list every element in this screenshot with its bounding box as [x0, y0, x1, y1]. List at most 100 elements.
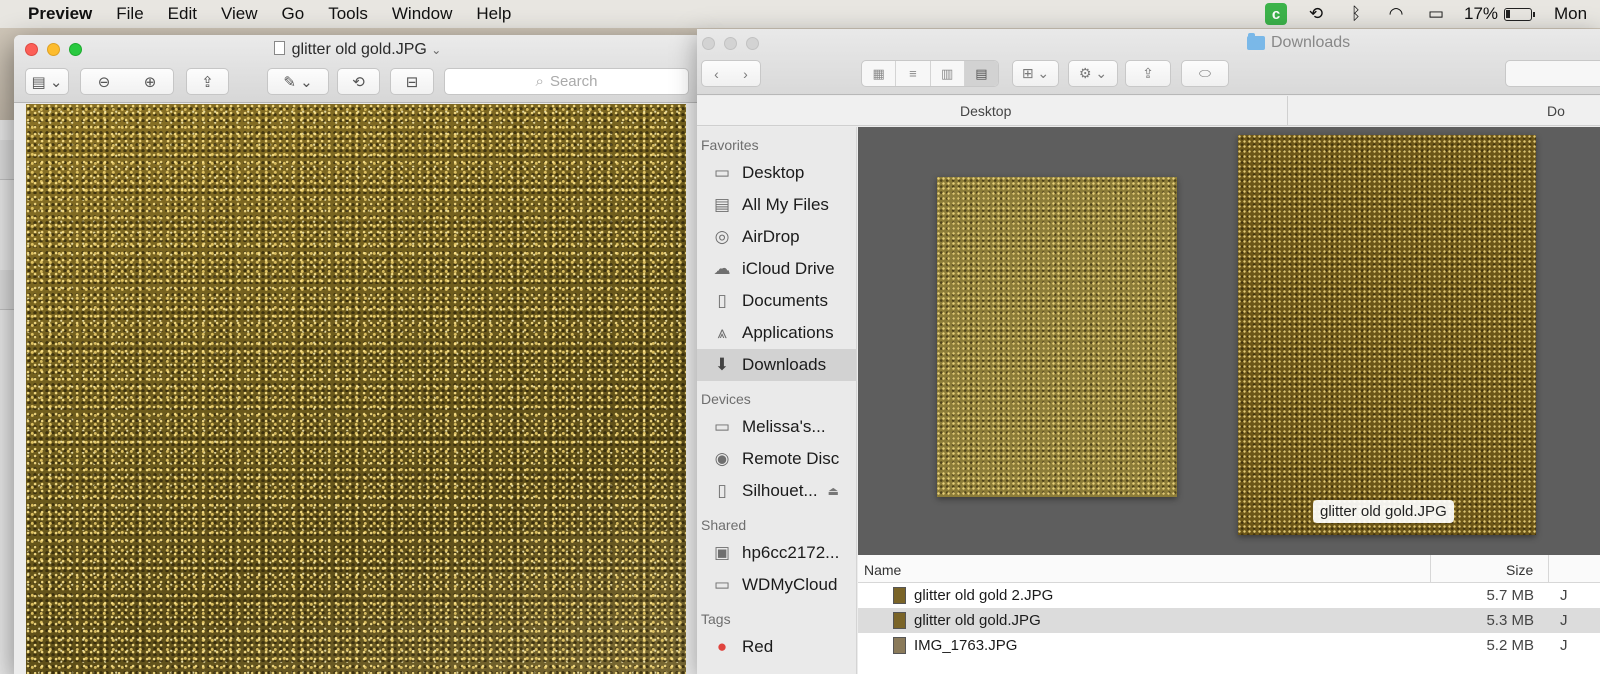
sidebar-item-desktop[interactable]: ▭ Desktop [697, 157, 856, 189]
c-app-icon[interactable]: c [1256, 0, 1296, 28]
file-row-selected[interactable]: glitter old gold.JPG 5.3 MB J [858, 608, 1600, 633]
file-kind: J [1560, 612, 1568, 629]
column-view-icon[interactable]: ▥ [931, 61, 965, 86]
finder-sidebar: Favorites ▭ Desktop ▤ All My Files ◎ AirDro… [697, 127, 857, 674]
finder-search-field[interactable] [1505, 60, 1600, 87]
arrange-icon: ⊞ ⌄ [1021, 65, 1050, 81]
time-machine-icon[interactable]: ⟲ [1296, 0, 1336, 28]
sidebar-item-documents[interactable]: ▯ Documents [697, 285, 856, 317]
minimize-button[interactable] [724, 37, 737, 50]
file-kind: J [1560, 637, 1568, 654]
battery-status[interactable]: 17% [1456, 0, 1540, 28]
list-view-icon[interactable]: ≡ [896, 61, 931, 86]
sidebar-item-airdrop[interactable]: ◎ AirDrop [697, 221, 856, 253]
zoom-in-icon[interactable]: ⊕ [144, 73, 157, 91]
sidebar-item-silhouette-drive[interactable]: ▯ Silhouet... ⏏ [697, 475, 856, 507]
rotate-button[interactable]: ⟲ [337, 68, 380, 95]
applications-icon: ⩓ [717, 323, 727, 342]
zoom-out-icon[interactable]: ⊖ [98, 73, 111, 91]
window-title[interactable]: glitter old gold.JPG ⌄ [14, 41, 701, 59]
menu-help[interactable]: Help [464, 4, 523, 24]
all-files-icon: ▤ [713, 195, 731, 214]
zoom-controls: ⊖ ⊕ [80, 68, 174, 95]
menu-app-name[interactable]: Preview [22, 4, 104, 24]
sidebar-item-remote-disc[interactable]: ◉ Remote Disc [697, 443, 856, 475]
file-kind: J [1560, 587, 1568, 604]
sidebar-item-wdmycloud[interactable]: ▭ WDMyCloud [697, 569, 856, 601]
desktop-icon: ▭ [713, 163, 731, 182]
sidebar-header-tags: Tags [701, 611, 731, 627]
airplay-icon[interactable]: ▭ [1416, 0, 1456, 28]
sidebar-item-downloads[interactable]: ⬇ Downloads [697, 349, 856, 381]
menu-tools[interactable]: Tools [316, 4, 380, 24]
zoom-button[interactable] [746, 37, 759, 50]
rotate-icon: ⟲ [352, 73, 365, 91]
search-field[interactable]: ⌕ Search [444, 68, 689, 95]
file-list: Name Size glitter old gold 2.JPG 5.7 MB … [858, 555, 1600, 674]
drive-icon: ▯ [717, 481, 727, 500]
icon-view-icon[interactable]: ▦ [862, 61, 897, 86]
menu-bar: Preview File Edit View Go Tools Window H… [0, 0, 1600, 28]
coverflow-view-icon[interactable]: ▤ [964, 61, 998, 86]
tab-bar: Desktop Do [697, 96, 1600, 126]
menu-edit[interactable]: Edit [156, 4, 209, 24]
file-row[interactable]: glitter old gold 2.JPG 5.7 MB J [858, 583, 1600, 608]
file-size: 5.3 MB [1486, 612, 1534, 629]
back-icon[interactable]: ‹ [714, 66, 719, 82]
sidebar-header-shared: Shared [701, 517, 747, 533]
tab-downloads[interactable]: Do [1547, 103, 1565, 119]
preview-toolbar: glitter old gold.JPG ⌄ ▤ ⌄ ⊖ ⊕ ⇪ ✎ ⌄ ⟲ ⊟… [14, 35, 701, 103]
tag-icon: ⬭ [1199, 65, 1211, 81]
coverflow-thumbnail[interactable] [937, 177, 1177, 497]
column-header-name[interactable]: Name [864, 562, 901, 578]
sidebar-toggle-button[interactable]: ▤ ⌄ [25, 68, 69, 95]
close-button[interactable] [702, 37, 715, 50]
toolbox-icon: ⊟ [405, 73, 419, 91]
eject-icon[interactable]: ⏏ [828, 484, 839, 498]
downloads-icon: ⬇ [714, 355, 730, 374]
share-button[interactable]: ⇪ [186, 68, 229, 95]
menu-view[interactable]: View [209, 4, 270, 24]
bluetooth-icon[interactable]: ᛒ [1336, 0, 1376, 28]
search-placeholder: Search [549, 73, 598, 90]
arrange-button[interactable]: ⊞ ⌄ [1012, 60, 1059, 87]
menu-window[interactable]: Window [380, 4, 464, 24]
sidebar-header-favorites: Favorites [701, 137, 759, 153]
image-file-icon [893, 637, 906, 654]
column-header-size[interactable]: Size [1506, 562, 1533, 578]
nav-buttons: ‹ › [701, 60, 761, 87]
file-name: glitter old gold 2.JPG [914, 587, 1054, 604]
share-icon: ⇪ [1142, 65, 1154, 81]
file-name: IMG_1763.JPG [914, 637, 1018, 654]
menu-clock[interactable]: Mon [1540, 0, 1600, 28]
sidebar-item-tag-red[interactable]: ● Red [697, 631, 856, 663]
tags-button[interactable]: ⬭ [1181, 60, 1229, 87]
cloud-icon: ☁ [713, 259, 731, 278]
sidebar-item-hp-printer[interactable]: ▣ hp6cc2172... [697, 537, 856, 569]
sidebar-item-all-my-files[interactable]: ▤ All My Files [697, 189, 856, 221]
finder-window-controls [702, 37, 759, 50]
finder-window: Downloads ‹ › ▦ ≡ ▥ ▤ ⊞ ⌄ ⚙ ⌄ ⇪ ⬭ Deskto… [697, 29, 1600, 674]
folder-icon [1247, 33, 1265, 50]
wifi-icon[interactable]: ◠ [1376, 0, 1416, 28]
markup-pen-button[interactable]: ✎ ⌄ [267, 68, 329, 95]
tab-desktop[interactable]: Desktop [960, 103, 1011, 119]
image-file-icon [893, 587, 906, 604]
file-row[interactable]: IMG_1763.JPG 5.2 MB J [858, 633, 1600, 658]
monitor-icon: ▭ [713, 575, 731, 594]
menu-go[interactable]: Go [270, 4, 317, 24]
coverflow-thumbnail-selected[interactable] [1238, 135, 1536, 535]
markup-toolbox-button[interactable]: ⊟ [390, 68, 434, 95]
sidebar-item-computer[interactable]: ▭ Melissa's... [697, 411, 856, 443]
share-button[interactable]: ⇪ [1125, 60, 1171, 87]
action-button[interactable]: ⚙ ⌄ [1068, 60, 1118, 87]
red-tag-icon: ● [716, 637, 728, 656]
laptop-icon: ▭ [713, 417, 731, 436]
document-icon [273, 41, 285, 55]
sidebar-item-icloud-drive[interactable]: ☁ iCloud Drive [697, 253, 856, 285]
image-canvas[interactable] [26, 104, 686, 674]
sidebar-item-applications[interactable]: ⩓ Applications [697, 317, 856, 349]
battery-percent: 17% [1463, 4, 1499, 23]
forward-icon[interactable]: › [743, 66, 748, 82]
menu-file[interactable]: File [104, 4, 155, 24]
